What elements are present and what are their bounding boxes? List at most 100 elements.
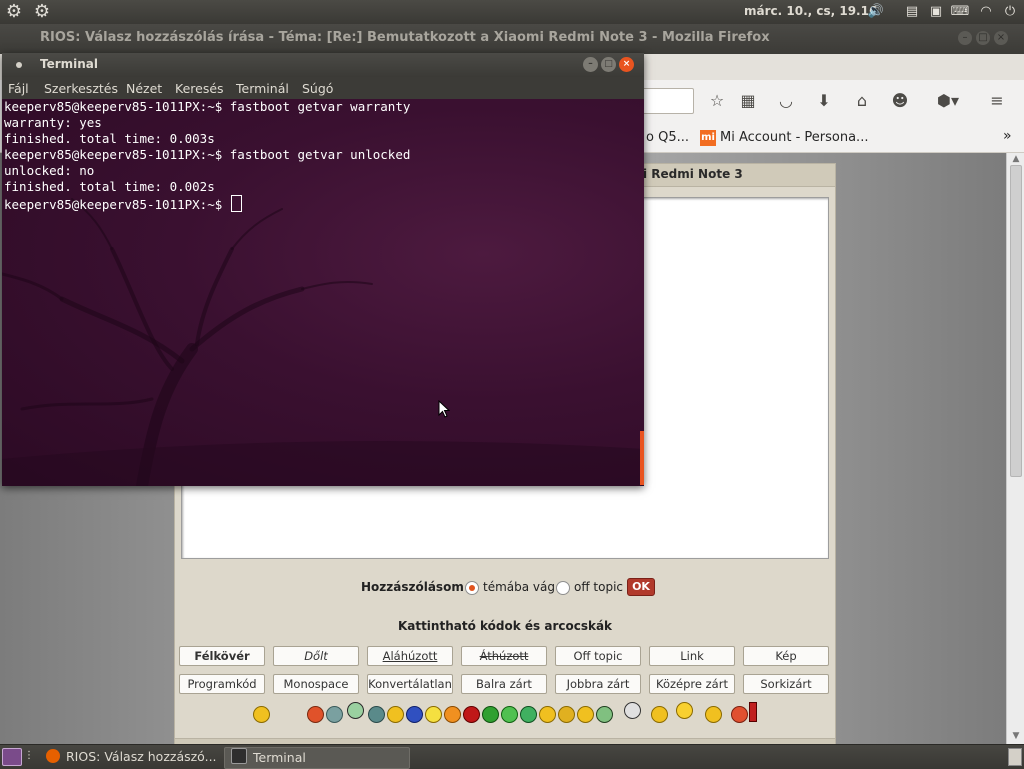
smiley-icon[interactable]	[558, 706, 575, 723]
system-gear-icon[interactable]: ⚙	[32, 2, 52, 22]
smiley-icon[interactable]	[368, 706, 385, 723]
terminal-menubar: Fájl Szerkesztés Nézet Keresés Terminál …	[2, 77, 644, 99]
smiley-icon[interactable]	[520, 706, 537, 723]
adblock-icon[interactable]: ⬢▾	[930, 90, 966, 112]
wifi-icon[interactable]: ◠	[976, 3, 996, 21]
window-menu-icon[interactable]	[16, 62, 22, 68]
align-center-button[interactable]: Középre zárt	[649, 674, 735, 694]
pocket-icon[interactable]: ◡	[775, 90, 797, 112]
taskbar-item-firefox[interactable]: RIOS: Válasz hozzászó...	[40, 747, 217, 767]
menu-file[interactable]: Fájl	[8, 81, 29, 96]
show-desktop-icon[interactable]	[2, 748, 22, 766]
smiley-icon[interactable]	[676, 702, 693, 719]
terminal-line: finished. total time: 0.002s	[4, 179, 215, 194]
terminal-line: keeperv85@keeperv85-1011PX:~$ fastboot g…	[4, 147, 411, 162]
smiley-icon[interactable]	[463, 706, 480, 723]
on-topic-radio[interactable]	[465, 581, 479, 595]
on-topic-label: témába vág	[483, 580, 555, 594]
smiley-icon[interactable]	[501, 706, 518, 723]
search-input[interactable]	[640, 88, 694, 114]
smiley-icon[interactable]	[347, 702, 364, 719]
smiley-icon[interactable]	[253, 706, 270, 723]
hello-chat-icon[interactable]: ☻	[889, 90, 911, 112]
terminal-minimize-button[interactable]: –	[583, 57, 598, 72]
settings-gear-icon[interactable]: ⚙	[4, 2, 24, 22]
firefox-close-button[interactable]: ×	[994, 31, 1008, 45]
terminal-line: warranty: yes	[4, 115, 102, 130]
smiley-icon[interactable]	[444, 706, 461, 723]
monospace-button[interactable]: Monospace	[273, 674, 359, 694]
terminal-window: Terminal – □ × Fájl Szerkesztés Nézet Ke…	[2, 53, 644, 486]
menu-terminal[interactable]: Terminál	[236, 81, 289, 96]
terminal-maximize-button[interactable]: □	[601, 57, 616, 72]
reading-list-icon[interactable]: ▦	[737, 90, 759, 112]
sign-icon[interactable]	[749, 702, 757, 722]
firefox-minimize-button[interactable]: –	[958, 31, 972, 45]
menu-search[interactable]: Keresés	[175, 81, 224, 96]
smiley-icon[interactable]	[731, 706, 748, 723]
taskbar-terminal-label: Terminal	[253, 750, 306, 765]
smiley-icon[interactable]	[406, 706, 423, 723]
menu-view[interactable]: Nézet	[126, 81, 162, 96]
smiley-icon[interactable]	[482, 706, 499, 723]
scroll-down-icon[interactable]: ▼	[1009, 731, 1023, 743]
terminal-body[interactable]: keeperv85@keeperv85-1011PX:~$ fastboot g…	[2, 99, 644, 486]
smiley-icon[interactable]	[425, 706, 442, 723]
terminal-close-button[interactable]: ×	[619, 57, 634, 72]
trash-icon[interactable]	[1008, 748, 1022, 766]
terminal-line: keeperv85@keeperv85-1011PX:~$ fastboot g…	[4, 99, 411, 114]
smiley-icon[interactable]	[705, 706, 722, 723]
scrollbar-thumb[interactable]	[1010, 165, 1022, 477]
hamburger-menu-icon[interactable]: ≡	[986, 90, 1008, 112]
bookmarks-overflow-button[interactable]: »	[1003, 128, 1012, 144]
align-right-button[interactable]: Jobbra zárt	[555, 674, 641, 694]
ok-button[interactable]: OK	[627, 578, 655, 596]
home-icon[interactable]: ⌂	[851, 90, 873, 112]
smiley-icon[interactable]	[577, 706, 594, 723]
volume-icon[interactable]: 🔊	[866, 3, 886, 21]
smiley-icon[interactable]	[326, 706, 343, 723]
smiley-icon[interactable]	[624, 702, 641, 719]
justify-button[interactable]: Sorkizárt	[743, 674, 829, 694]
clipboard-icon[interactable]: ▤	[902, 3, 922, 21]
code-button[interactable]: Programkód	[179, 674, 265, 694]
terminal-line: unlocked: no	[4, 163, 95, 178]
firefox-maximize-button[interactable]: □	[976, 31, 990, 45]
workspace-handle-icon[interactable]: ⋮	[24, 748, 34, 764]
page-scrollbar[interactable]: ▲ ▼	[1006, 153, 1024, 744]
smiley-icon[interactable]	[651, 706, 668, 723]
terminal-output[interactable]: keeperv85@keeperv85-1011PX:~$ fastboot g…	[4, 99, 410, 213]
bookmark-star-icon[interactable]: ☆	[706, 90, 728, 112]
align-left-button[interactable]: Balra zárt	[461, 674, 547, 694]
unconverted-button[interactable]: Konvertálatlan	[367, 674, 453, 694]
menu-edit[interactable]: Szerkesztés	[44, 81, 118, 96]
underline-button[interactable]: Aláhúzott	[367, 646, 453, 666]
bookmark-mi-account[interactable]: Mi Account - Persona...	[720, 130, 868, 145]
clock[interactable]: márc. 10., cs, 19.16	[744, 4, 877, 18]
download-icon[interactable]: ⬇	[813, 90, 835, 112]
topic-label: Hozzászólásom	[361, 580, 464, 594]
image-button[interactable]: Kép	[743, 646, 829, 666]
off-topic-radio[interactable]	[556, 581, 570, 595]
strikethrough-button[interactable]: Áthúzott	[461, 646, 547, 666]
terminal-scrollbar-thumb[interactable]	[640, 431, 644, 485]
terminal-icon	[231, 748, 247, 764]
terminal-titlebar[interactable]: Terminal – □ ×	[2, 53, 644, 77]
network-applet-icon[interactable]: ▣	[926, 3, 946, 21]
smiley-icon[interactable]	[539, 706, 556, 723]
smiley-icon[interactable]	[307, 706, 324, 723]
bold-button[interactable]: Félkövér	[179, 646, 265, 666]
mi-logo-icon: mi	[700, 130, 716, 146]
bookmark-partial[interactable]: o Q5...	[646, 130, 689, 145]
codes-title: Kattintható kódok és arcocskák	[397, 619, 613, 633]
keyboard-icon[interactable]: ⌨	[950, 3, 970, 21]
link-button[interactable]: Link	[649, 646, 735, 666]
smiley-icon[interactable]	[596, 706, 613, 723]
italic-button[interactable]: Dőlt	[273, 646, 359, 666]
smiley-icon[interactable]	[387, 706, 404, 723]
taskbar-item-terminal[interactable]: Terminal	[224, 747, 410, 769]
firefox-titlebar[interactable]: RIOS: Válasz hozzászólás írása - Téma: […	[0, 24, 1024, 54]
menu-help[interactable]: Súgó	[302, 81, 333, 96]
off-topic-button[interactable]: Off topic	[555, 646, 641, 666]
power-icon[interactable]: ⏻	[1000, 3, 1020, 21]
